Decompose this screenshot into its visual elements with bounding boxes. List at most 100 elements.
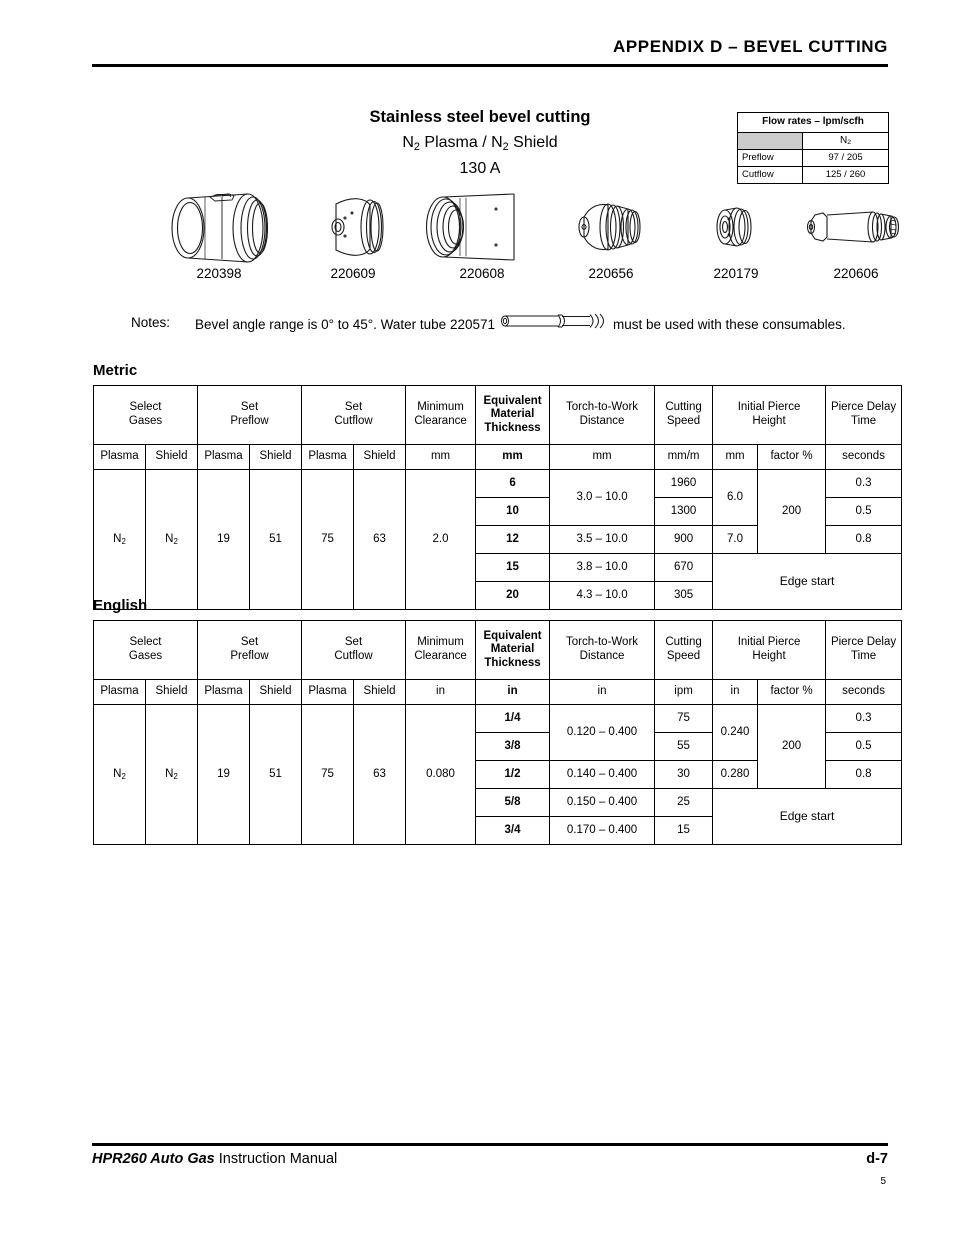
metric-spec-table: Select Gases Set Preflow Set Cutflow Min… xyxy=(93,385,903,610)
shield-cap-icon xyxy=(154,188,284,266)
header-torch-to-work-distance: Torch-to-Work Distance xyxy=(549,620,656,680)
table-row: Cutflow 125 / 260 xyxy=(737,165,889,184)
flow-gas-subscript: 2 xyxy=(847,139,851,147)
header-set-cutflow: Set Cutflow xyxy=(301,385,407,445)
unit-pierce-height: mm xyxy=(712,444,759,470)
product-brand: HPR260 Auto Gas xyxy=(92,1151,215,1167)
unit-pierce-factor: factor % xyxy=(757,444,827,470)
table-row: N2 N2 19 51 75 63 0.080 1/4 0.120 – 0.40… xyxy=(93,704,903,845)
gas-plasma-label: N xyxy=(402,134,414,152)
consumable-item: 220606 xyxy=(788,188,924,281)
section-title-block: Stainless steel bevel cutting N2 Plasma … xyxy=(250,106,710,181)
header-pierce-delay-time: Pierce Delay Time xyxy=(825,620,903,680)
unit-cutting-speed: mm/m xyxy=(654,444,714,470)
unit-preflow-plasma: Plasma xyxy=(197,679,250,705)
header-set-cutflow: Set Cutflow xyxy=(301,620,407,680)
value-cutting-speed: 15 xyxy=(654,816,714,845)
gas-plasma-subscript: 2 xyxy=(413,141,420,154)
header-equivalent-material-thickness: Equivalent Material Thickness xyxy=(475,620,551,680)
value-pierce-delay: 0.3 xyxy=(825,704,903,733)
value-cutting-speed: 75 xyxy=(654,704,714,733)
unit-gas-shield: Shield xyxy=(145,444,198,470)
value-pierce-delay: 0.5 xyxy=(825,497,903,526)
preflow-label: Preflow xyxy=(737,149,803,167)
shield-cone-icon xyxy=(288,188,418,266)
gas-shield-subscript: 2 xyxy=(502,141,509,154)
amperage-label: 130 A xyxy=(459,160,501,178)
preflow-value: 97 / 205 xyxy=(802,149,889,167)
unit-clearance: in xyxy=(405,679,477,705)
value-thickness: 1/2 xyxy=(475,760,551,789)
value-thickness: 1/4 xyxy=(475,704,551,733)
value-torch-to-work: 0.120 – 0.400 xyxy=(549,704,656,761)
part-number: 220608 xyxy=(459,266,505,281)
unit-thickness: mm xyxy=(475,444,551,470)
value-cutting-speed: 305 xyxy=(654,581,714,610)
table-row: N2 N2 19 51 75 63 2.0 6 3.0 – 10.0 1960 … xyxy=(93,469,903,610)
value-cutflow-plasma: 75 xyxy=(301,469,355,610)
notes-block: Notes: Bevel angle range is 0° to 45°. W… xyxy=(131,313,891,338)
gas-configuration-line: N2 Plasma / N2 Shield xyxy=(250,131,710,155)
gas-mid-label: Plasma / N xyxy=(419,134,503,152)
notes-text-before: Bevel angle range is 0° to 45°. Water tu… xyxy=(195,317,495,333)
electrode-icon xyxy=(788,188,924,266)
value-pierce-factor: 200 xyxy=(757,469,827,554)
value-cutflow-plasma: 75 xyxy=(301,704,355,845)
flow-rates-title: Flow rates – lpm/scfh xyxy=(737,112,889,133)
unit-pierce-height: in xyxy=(712,679,759,705)
page-number: d-7 xyxy=(866,1151,888,1167)
nozzle-icon xyxy=(546,188,676,266)
unit-gas-shield: Shield xyxy=(145,679,198,705)
value-preflow-shield: 51 xyxy=(248,704,303,845)
manual-reference: HPR260 Auto Gas Instruction Manual xyxy=(92,1151,337,1167)
header-initial-pierce-height: Initial Pierce Height xyxy=(712,385,827,445)
header-equivalent-material-thickness: Equivalent Material Thickness xyxy=(475,385,551,445)
value-thickness: 3/8 xyxy=(475,732,551,761)
unit-clearance: mm xyxy=(405,444,477,470)
gas-shield-sub: 2 xyxy=(173,536,178,546)
value-clearance: 2.0 xyxy=(405,469,477,610)
notes-label: Notes: xyxy=(131,315,171,330)
footer-divider xyxy=(92,1143,888,1146)
unit-pierce-delay: seconds xyxy=(825,679,903,705)
unit-pierce-factor: factor % xyxy=(757,679,827,705)
unit-preflow-shield: Shield xyxy=(248,679,303,705)
value-cutting-speed: 670 xyxy=(654,553,714,582)
value-pierce-factor: 200 xyxy=(757,704,827,789)
value-gas-shield: N2 xyxy=(145,469,198,610)
value-thickness: 5/8 xyxy=(475,788,551,817)
value-torch-to-work: 0.150 – 0.400 xyxy=(549,788,656,817)
value-preflow-plasma: 19 xyxy=(197,469,250,610)
cutflow-value: 125 / 260 xyxy=(802,165,889,184)
value-torch-to-work: 3.5 – 10.0 xyxy=(549,525,656,554)
unit-torch-to-work: in xyxy=(549,679,656,705)
table-header-row: Select Gases Set Preflow Set Cutflow Min… xyxy=(93,620,903,680)
unit-cutflow-plasma: Plasma xyxy=(301,444,355,470)
swirl-ring-icon xyxy=(676,188,796,266)
value-gas-plasma: N2 xyxy=(93,704,146,845)
consumables-diagram: 220398 220609 220608 220656 220179 22060… xyxy=(140,188,900,296)
value-pierce-delay: 0.5 xyxy=(825,732,903,761)
value-pierce-delay: 0.3 xyxy=(825,469,903,498)
header-initial-pierce-height: Initial Pierce Height xyxy=(712,620,827,680)
part-number: 220179 xyxy=(713,266,759,281)
value-torch-to-work: 0.170 – 0.400 xyxy=(549,816,656,845)
flow-rates-empty-cell xyxy=(737,131,803,150)
value-pierce-height: 7.0 xyxy=(712,525,759,554)
notes-body: Bevel angle range is 0° to 45°. Water tu… xyxy=(195,313,846,333)
part-number: 220398 xyxy=(196,266,242,281)
value-torch-to-work: 3.8 – 10.0 xyxy=(549,553,656,582)
water-tube-icon xyxy=(498,312,610,337)
flow-rates-gas-header: N2 xyxy=(802,131,889,150)
value-pierce-height: 0.280 xyxy=(712,760,759,789)
value-cutflow-shield: 63 xyxy=(353,469,407,610)
value-pierce-height: 0.240 xyxy=(712,704,759,761)
unit-gas-plasma: Plasma xyxy=(93,444,146,470)
section-heading: Stainless steel bevel cutting xyxy=(369,108,591,126)
header-minimum-clearance: Minimum Clearance xyxy=(405,385,477,445)
unit-cutting-speed: ipm xyxy=(654,679,714,705)
gas-plasma-sub: 2 xyxy=(121,771,126,781)
value-cutting-speed: 25 xyxy=(654,788,714,817)
value-thickness: 10 xyxy=(475,497,551,526)
header-torch-to-work-distance: Torch-to-Work Distance xyxy=(549,385,656,445)
